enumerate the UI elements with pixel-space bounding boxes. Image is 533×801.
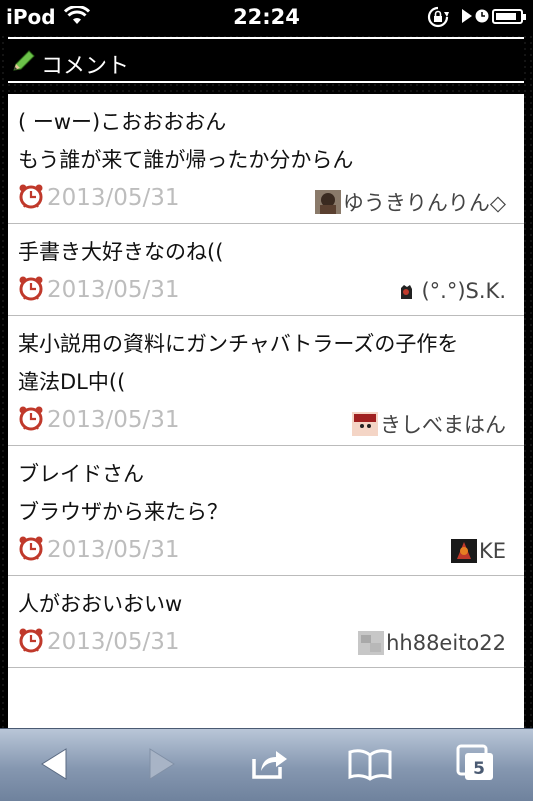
user-name[interactable]: きしべまはん — [380, 409, 506, 439]
comment-user[interactable]: hh88eito22 — [358, 631, 506, 655]
user-name[interactable]: ゆうきりんりん◇ — [343, 187, 506, 217]
comment-meta: 2013/05/31 ゆうきりんりん◇ — [18, 179, 514, 223]
status-bar: iPod 22:24 — [0, 0, 533, 34]
comment-meta: 2013/05/31 (°.°)S.K. — [18, 271, 514, 315]
comment-date: 2013/05/31 — [47, 277, 180, 303]
comment-date: 2013/05/31 — [47, 537, 180, 563]
avatar[interactable] — [358, 631, 385, 655]
comment-date: 2013/05/31 — [47, 407, 180, 433]
rotation-lock-icon — [426, 6, 450, 32]
comment-text: 手書き大好きなのね(( — [18, 240, 224, 264]
tabs-button[interactable]: 5 — [456, 743, 496, 787]
comment-date: 2013/05/31 — [47, 629, 180, 655]
play-icon — [462, 8, 472, 27]
tabs-count: 5 — [473, 759, 485, 779]
comment-text: ( ーwー)こおおおおん もう誰が来て誰が帰ったか分からん — [18, 110, 354, 172]
comment-item: ブレイドさん ブラウザから来たら？ 2013/05/31 KE — [8, 446, 524, 576]
avatar[interactable] — [314, 190, 341, 214]
comment-user[interactable]: KE — [450, 539, 506, 563]
comment-date: 2013/05/31 — [47, 185, 180, 211]
status-time: 22:24 — [233, 5, 300, 29]
battery-icon — [492, 9, 526, 24]
alarm-clock-icon — [18, 535, 44, 565]
comment-text: 人がおおいおいw — [18, 592, 183, 616]
comment-item: 人がおおいおいw 2013/05/31 hh88eito22 — [8, 576, 524, 668]
page-title: コメント — [41, 54, 130, 79]
comment-meta: 2013/05/31 KE — [18, 531, 514, 575]
tabs-icon: 5 — [456, 744, 493, 780]
browser-toolbar: 5 — [0, 728, 533, 801]
avatar[interactable] — [393, 279, 420, 303]
back-icon[interactable] — [40, 747, 70, 785]
comment-user[interactable]: (°.°)S.K. — [393, 279, 506, 303]
alarm-clock-icon — [18, 275, 44, 305]
alarm-clock-icon — [18, 627, 44, 657]
comment-list: ( ーwー)こおおおおん もう誰が来て誰が帰ったか分からん 2013/05/31 ゆ… — [8, 94, 524, 728]
alarm-clock-icon — [18, 405, 44, 435]
comment-item: ( ーwー)こおおおおん もう誰が来て誰が帰ったか分からん 2013/05/31 ゆ… — [8, 94, 524, 224]
comment-item: 某小説用の資料にガンチャバトラーズの子作を 違法DL中(( 2013/05/31 き… — [8, 316, 524, 446]
comment-user[interactable]: ゆうきりんりん◇ — [314, 187, 506, 217]
comments-header: コメント — [8, 37, 524, 83]
user-name[interactable]: (°.°)S.K. — [421, 279, 506, 303]
web-page: コメント ( ーwー)こおおおおん もう誰が来て誰が帰ったか分からん 2013/0… — [0, 34, 533, 728]
share-icon[interactable] — [250, 747, 290, 785]
alarm-clock-icon — [18, 183, 44, 213]
comment-user[interactable]: きしべまはん — [352, 409, 506, 439]
user-name[interactable]: KE — [479, 539, 506, 563]
comment-meta: 2013/05/31 きしべまはん — [18, 401, 514, 445]
forward-icon[interactable] — [146, 747, 176, 785]
bookmarks-icon[interactable] — [348, 747, 392, 785]
pencil-icon — [11, 49, 37, 77]
comment-meta: 2013/05/31 hh88eito22 — [18, 623, 514, 667]
avatar[interactable] — [352, 412, 378, 436]
user-name[interactable]: hh88eito22 — [386, 631, 506, 655]
avatar[interactable] — [450, 539, 477, 563]
battery-fill — [496, 13, 516, 20]
comment-item: 手書き大好きなのね(( 2013/05/31 (°.°)S.K. — [8, 224, 524, 316]
comment-text: ブレイドさん ブラウザから来たら？ — [18, 462, 228, 524]
alarm-status-icon — [475, 8, 489, 27]
comment-text: 某小説用の資料にガンチャバトラーズの子作を 違法DL中(( — [18, 332, 459, 394]
